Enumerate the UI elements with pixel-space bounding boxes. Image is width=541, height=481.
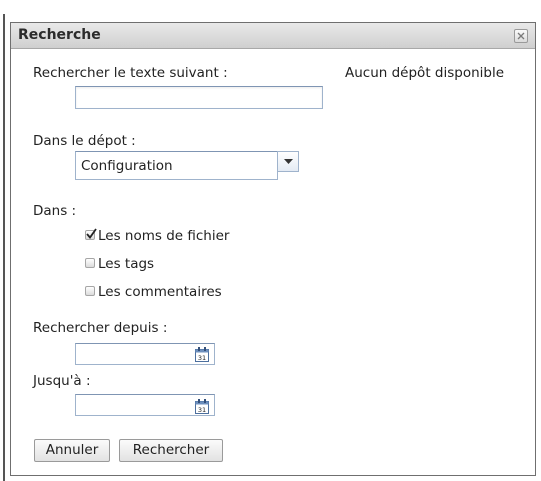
scope-label: Dans :: [33, 203, 77, 219]
search-dialog: Recherche Rechercher le texte suivant : …: [10, 22, 536, 476]
to-date-label: Jusqu'à :: [33, 373, 91, 389]
chevron-down-icon: [284, 159, 293, 164]
dialog-titlebar[interactable]: Recherche: [11, 23, 535, 49]
checkbox-filenames[interactable]: [85, 228, 97, 240]
repo-select[interactable]: Configuration: [75, 151, 278, 180]
from-date-input[interactable]: [75, 343, 215, 365]
repo-label: Dans le dépot :: [33, 133, 136, 149]
to-date-input[interactable]: [75, 394, 215, 416]
repo-dropdown-button[interactable]: [277, 151, 299, 172]
calendar-icon[interactable]: 31: [195, 347, 209, 362]
close-button[interactable]: [514, 29, 528, 43]
checkmark-icon: [86, 228, 97, 239]
checkbox-tags[interactable]: [85, 258, 95, 268]
svg-text:31: 31: [198, 406, 206, 414]
calendar-icon[interactable]: 31: [195, 399, 209, 414]
from-date-label: Rechercher depuis :: [33, 320, 168, 336]
checkbox-comments-label: Les commentaires: [98, 284, 222, 300]
cancel-button[interactable]: Annuler: [34, 439, 110, 462]
checkbox-tags-label: Les tags: [98, 256, 155, 272]
search-text-label: Rechercher le texte suivant :: [33, 65, 228, 81]
checkbox-comments[interactable]: [85, 286, 95, 296]
background-window-edge: [3, 14, 5, 481]
dialog-title: Recherche: [18, 27, 101, 43]
repo-select-value: Configuration: [81, 158, 173, 174]
close-icon: [517, 32, 525, 40]
no-repo-message: Aucun dépôt disponible: [345, 65, 505, 81]
screen: Recherche Rechercher le texte suivant : …: [0, 0, 541, 481]
search-button[interactable]: Rechercher: [119, 439, 223, 462]
search-text-input[interactable]: [75, 86, 323, 109]
checkbox-filenames-label: Les noms de fichier: [98, 228, 230, 244]
svg-text:31: 31: [198, 354, 206, 362]
